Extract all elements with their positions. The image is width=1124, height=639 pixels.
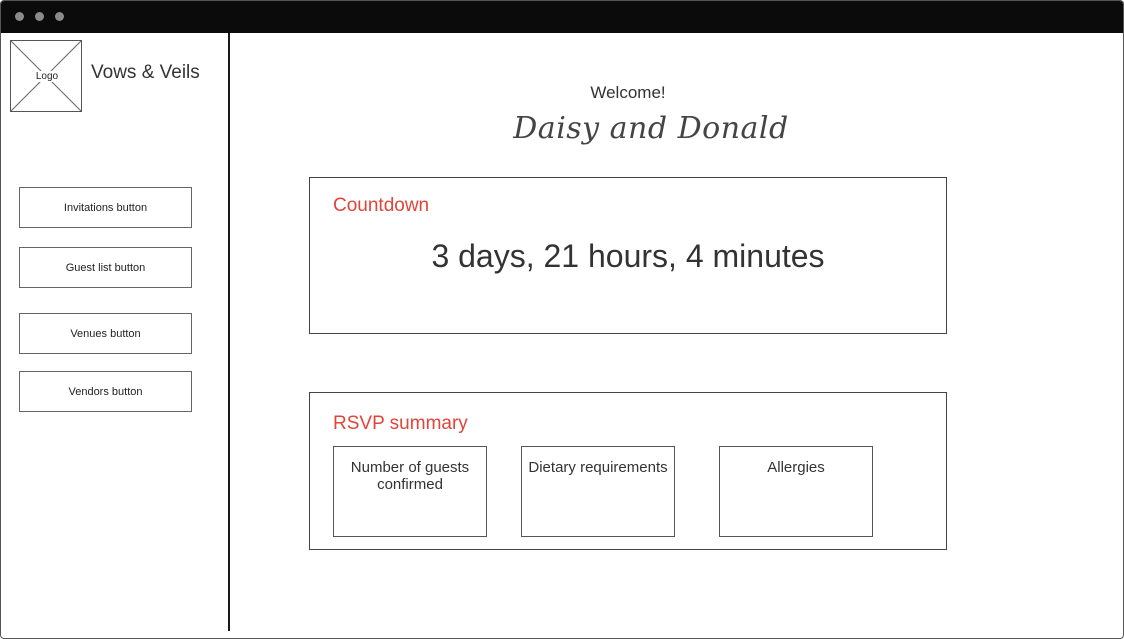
window-minimize-dot[interactable] [35, 12, 44, 21]
logo-label-wrap: Logo [11, 71, 83, 82]
couple-names: Daisy and Donald [513, 111, 789, 146]
venues-button[interactable]: Venues button [19, 313, 192, 354]
window-close-dot[interactable] [15, 12, 24, 21]
dietary-requirements-card[interactable]: Dietary requirements [521, 446, 675, 537]
invitations-button[interactable]: Invitations button [19, 187, 192, 228]
allergies-label: Allergies [767, 459, 825, 476]
countdown-value: 3 days, 21 hours, 4 minutes [431, 238, 825, 274]
sidebar-divider [228, 33, 230, 631]
dietary-requirements-label: Dietary requirements [528, 459, 668, 476]
rsvp-summary-title: RSVP summary [333, 413, 468, 434]
logo-label: Logo [33, 71, 61, 82]
window-maximize-dot[interactable] [55, 12, 64, 21]
guest-list-button[interactable]: Guest list button [19, 247, 192, 288]
welcome-text: Welcome! [590, 83, 666, 102]
app-window: Logo Vows & Veils Invitations button Gue… [0, 0, 1124, 639]
vendors-button[interactable]: Vendors button [19, 371, 192, 412]
rsvp-summary-panel: RSVP summary Number of guests confirmed … [309, 392, 947, 550]
window-titlebar [1, 1, 1123, 33]
guests-confirmed-label: Number of guests confirmed [350, 459, 470, 493]
countdown-panel: Countdown 3 days, 21 hours, 4 minutes [309, 177, 947, 334]
countdown-title: Countdown [333, 195, 430, 216]
logo-placeholder: Logo [10, 40, 82, 112]
guests-confirmed-card[interactable]: Number of guests confirmed [333, 446, 487, 537]
app-name: Vows & Veils [91, 62, 200, 83]
allergies-card[interactable]: Allergies [719, 446, 873, 537]
